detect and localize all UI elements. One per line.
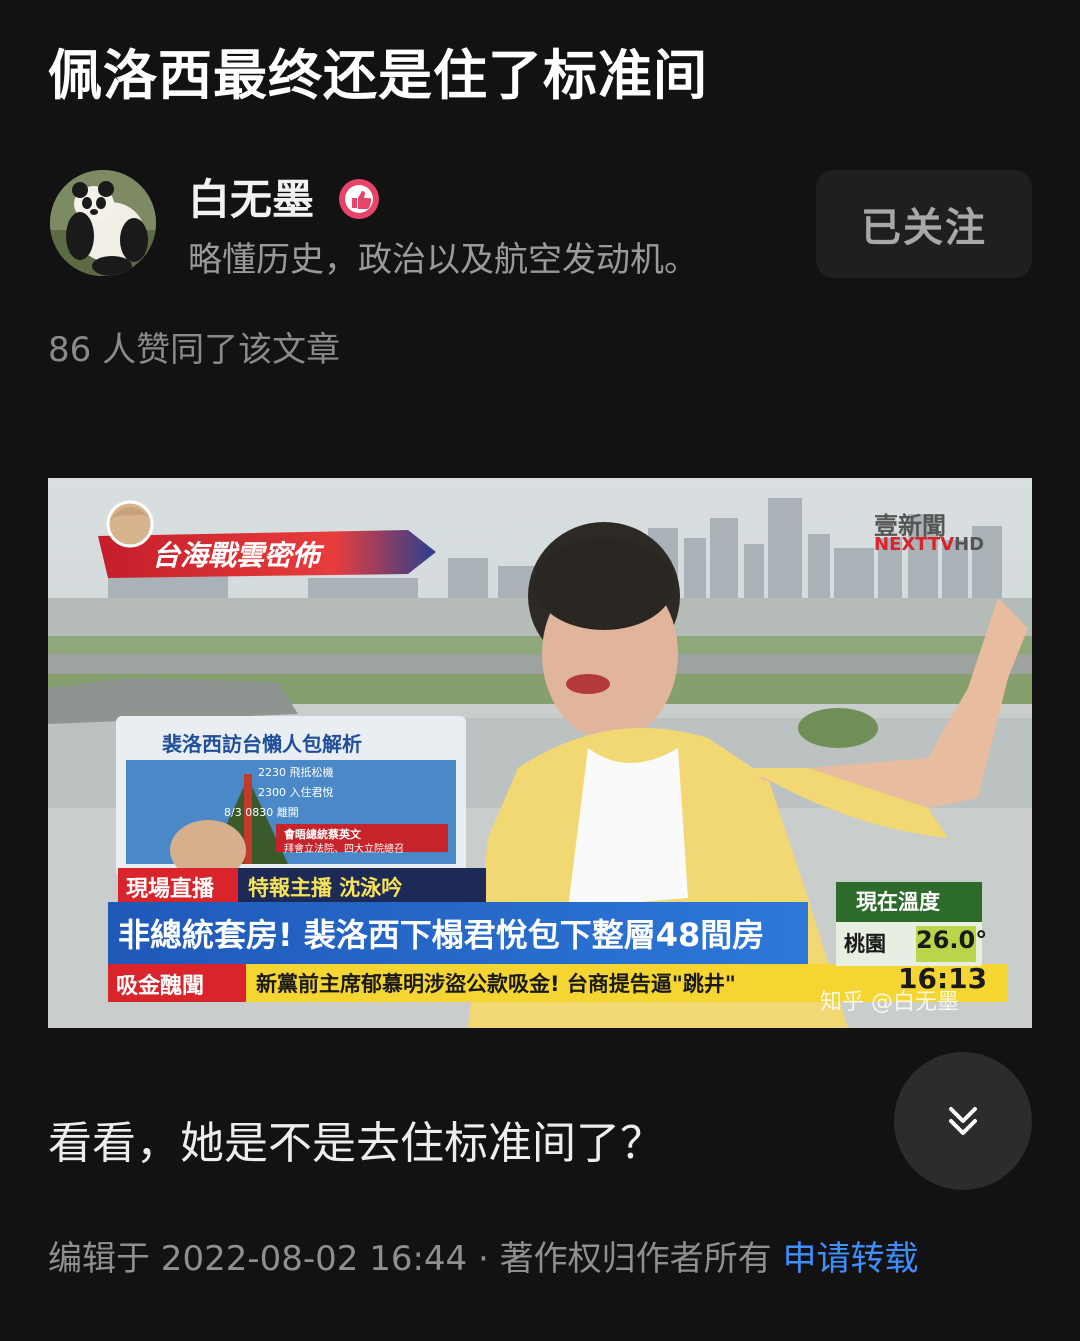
scroll-down-button[interactable]	[894, 1052, 1032, 1190]
article-title: 佩洛西最终还是住了标准间	[48, 44, 708, 107]
article-footer: 编辑于 2022-08-02 16:44 · 著作权归作者所有 申请转载	[48, 1234, 918, 1284]
board-row-1: 2230 飛抵松機	[258, 764, 334, 780]
repost-request-link[interactable]: 申请转载	[782, 1239, 918, 1279]
board-row-1-time: 2230	[258, 766, 286, 779]
copyright-notice: 著作权归作者所有	[499, 1239, 772, 1279]
likes-count[interactable]: 86 人赞同了该文章	[48, 326, 340, 374]
news-headline: 非總統套房! 裴洛西下榻君悅包下整層48間房	[118, 916, 765, 954]
edited-time: 编辑于 2022-08-02 16:44	[48, 1239, 468, 1279]
board-row-3-date: 8/3	[224, 806, 242, 819]
author-avatar[interactable]	[50, 170, 156, 276]
author-name[interactable]: 白无墨	[188, 172, 314, 228]
panda-avatar	[50, 170, 156, 276]
board-row-2: 2300 入住君悅	[258, 784, 334, 800]
thumbs-up-badge-icon	[338, 178, 380, 220]
article-image[interactable]: 壹新聞 NEXTTV HD 台海戰雲密佈 裴洛西訪台懶人包解析 2230 飛抵松…	[48, 478, 1032, 1028]
news-tag: 吸金醜聞	[116, 974, 205, 999]
article-body: 看看，她是不是去住标准间了？	[48, 1118, 664, 1169]
temp-value: 26.0°	[916, 926, 988, 954]
news-ticker: 新黨前主席郁慕明涉盜公款吸金! 台商提告逼"跳井"	[256, 972, 736, 996]
board-note-2: 拜會立法院、四大立院總召	[284, 844, 404, 855]
zhihu-watermark: 知乎 @白无墨	[820, 990, 959, 1015]
board-row-3-time: 0830	[245, 806, 274, 819]
board-row-2-event: 入住君悅	[289, 786, 334, 799]
temp-title: 現在溫度	[856, 890, 940, 914]
news-logo-hd: HD	[954, 534, 985, 555]
news-logo-en: NEXTTV	[874, 534, 955, 555]
board-row-1-event: 飛抵松機	[289, 766, 334, 779]
board-row-3-event: 離開	[276, 806, 299, 819]
segment-banner: 台海戰雲密佈	[152, 539, 321, 572]
reporter-tag: 特報主播 沈泳吟	[248, 876, 403, 900]
double-chevron-down-icon	[949, 1107, 977, 1135]
footer-separator: ·	[478, 1239, 489, 1279]
board-row-3: 8/3 0830 離開	[224, 804, 299, 820]
follow-button[interactable]: 已关注	[816, 170, 1032, 278]
board-title: 裴洛西訪台懶人包解析	[162, 732, 362, 756]
board-row-2-time: 2300	[258, 786, 286, 799]
author-bio: 略懂历史，政治以及航空发动机。	[188, 240, 698, 280]
live-tag: 現場直播	[126, 877, 215, 902]
temp-city: 桃園	[844, 932, 886, 956]
